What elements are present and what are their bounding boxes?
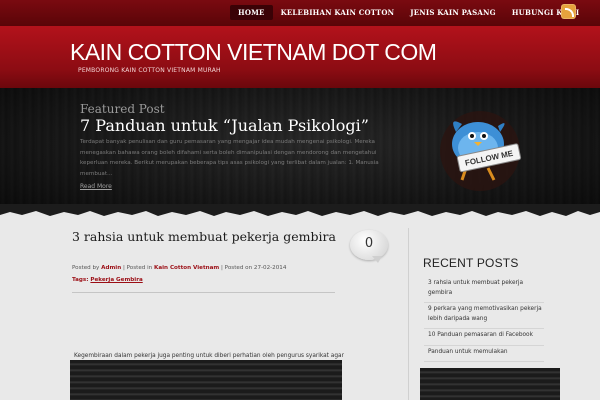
tag-link[interactable]: Pekerja Gembira <box>90 277 142 283</box>
recent-post-item[interactable]: 9 perkara yang memotivasikan pekerja leb… <box>424 303 544 329</box>
rss-icon[interactable] <box>561 4 576 19</box>
site-header: KAIN COTTON VIETNAM DOT COM PEMBORONG KA… <box>0 26 600 88</box>
read-more-link[interactable]: Read More <box>80 183 112 190</box>
sidebar-obscured <box>420 368 560 400</box>
recent-post-item[interactable]: 3 rahsia untuk membuat pekerja gembira <box>424 277 544 303</box>
post-body-obscured <box>70 360 342 400</box>
post-tags: Tags: Pekerja Gembira <box>72 277 143 283</box>
nav-item-jenis-kain[interactable]: JENIS KAIN PASANG <box>402 5 504 20</box>
meta-posted-in: | Posted in <box>122 265 153 271</box>
featured-excerpt: Terdapat banyak penulisan dan guru pemas… <box>80 139 379 177</box>
meta-category-link[interactable]: Kain Cotton Vietnam <box>154 265 219 271</box>
featured-title[interactable]: 7 Panduan untuk “Jualan Psikologi” <box>80 116 369 135</box>
recent-posts-list: 3 rahsia untuk membuat pekerja gembira 9… <box>424 277 544 362</box>
twitter-bird-icon[interactable]: FOLLOW ME <box>428 96 538 196</box>
tags-label: Tags: <box>72 277 89 283</box>
main-nav: HOME KELEBIHAN KAIN COTTON JENIS KAIN PA… <box>230 5 587 20</box>
post-title[interactable]: 3 rahsia untuk membuat pekerja gembira <box>72 228 342 245</box>
nav-item-kelebihan[interactable]: KELEBIHAN KAIN COTTON <box>273 5 403 20</box>
nav-item-home[interactable]: HOME <box>230 5 273 20</box>
top-nav-bar: HOME KELEBIHAN KAIN COTTON JENIS KAIN PA… <box>0 0 600 26</box>
featured-label: Featured Post <box>80 102 165 116</box>
recent-posts-heading: RECENT POSTS <box>423 256 519 270</box>
recent-post-item[interactable]: Panduan untuk memulakan <box>424 346 544 362</box>
meta-posted-by: Posted by <box>72 265 100 271</box>
site-title[interactable]: KAIN COTTON VIETNAM DOT COM <box>70 39 437 66</box>
post-divider <box>72 292 335 293</box>
comment-count[interactable]: 0 <box>350 236 388 251</box>
meta-posted-on: | Posted on 27-02-2014 <box>221 265 287 271</box>
sidebar-divider <box>408 228 409 400</box>
recent-post-item[interactable]: 10 Panduan pemasaran di Facebook <box>424 329 544 346</box>
meta-author-link[interactable]: Admin <box>101 265 121 271</box>
site-tagline: PEMBORONG KAIN COTTON VIETNAM MURAH <box>78 67 221 74</box>
post-meta: Posted by Admin | Posted in Kain Cotton … <box>72 265 286 271</box>
